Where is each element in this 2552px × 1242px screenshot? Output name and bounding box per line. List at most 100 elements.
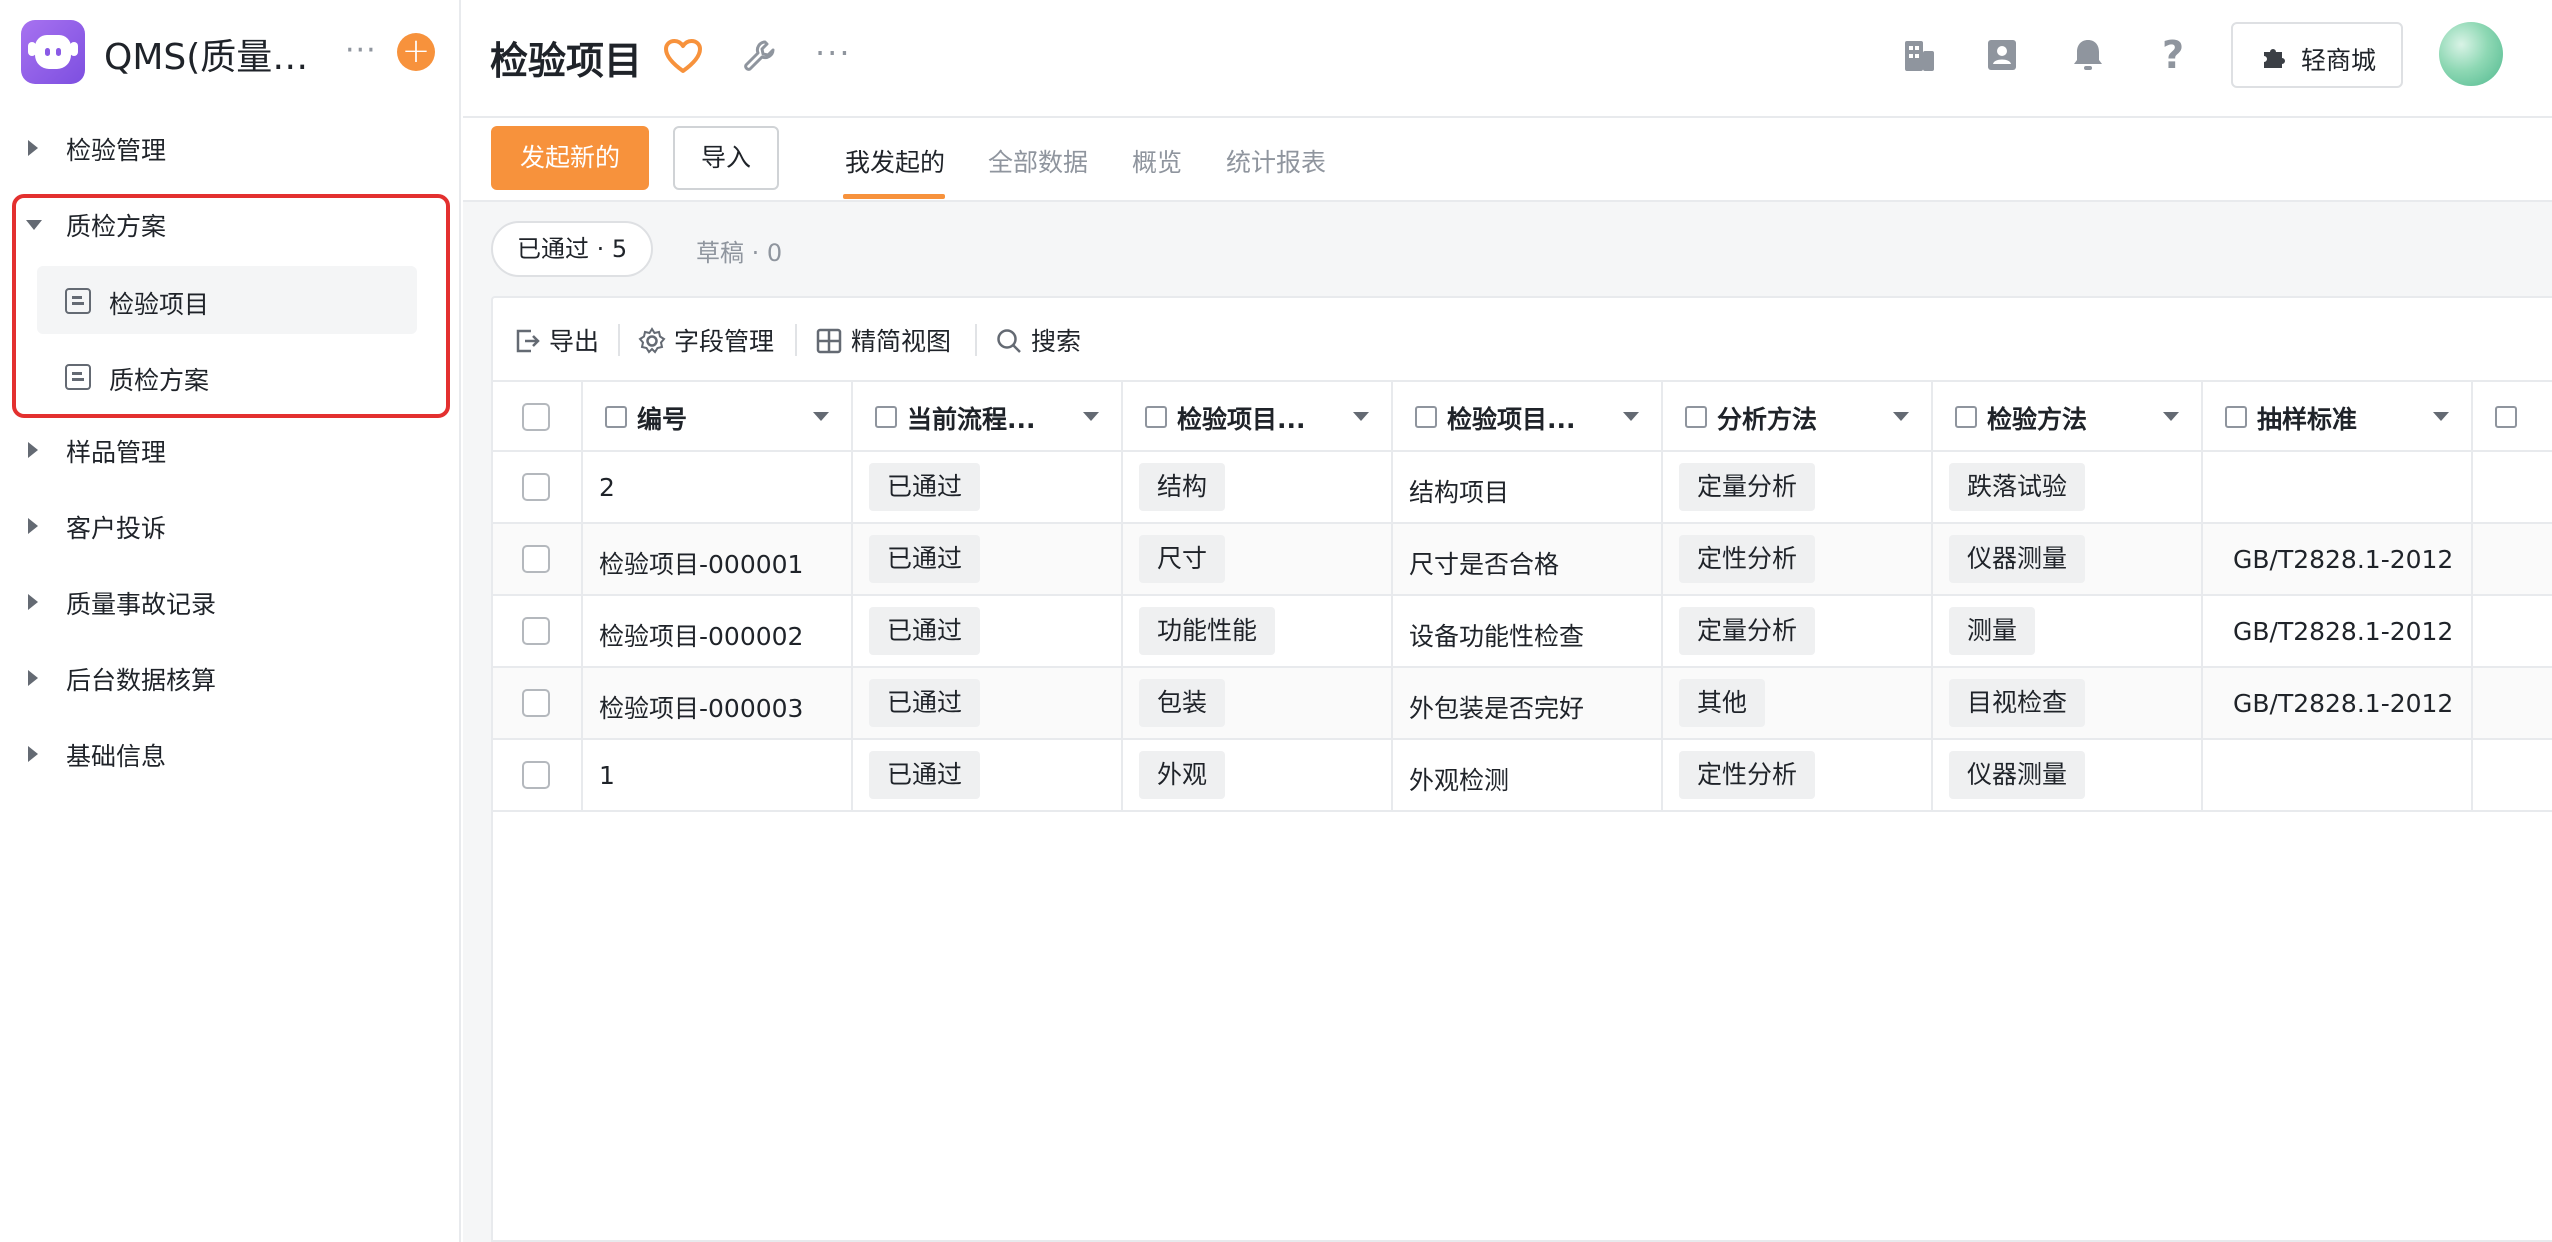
column-header-more[interactable] xyxy=(2473,382,2552,452)
grid-icon xyxy=(816,328,842,354)
column-title: 检验方法 xyxy=(1987,405,2088,434)
export-button[interactable]: 导出 xyxy=(513,322,599,358)
category-tag: 包装 xyxy=(1139,679,1226,727)
status-tag: 已通过 xyxy=(869,463,981,511)
row-checkbox[interactable] xyxy=(522,689,550,717)
sidebar-item-inspection-management[interactable]: 检验管理 xyxy=(0,118,461,178)
sidebar-item-label: 客户投诉 xyxy=(66,514,167,543)
filter-draft[interactable]: 草稿 · 0 xyxy=(696,233,782,268)
building-icon[interactable] xyxy=(1900,36,1938,74)
sidebar-item-label: 基础信息 xyxy=(66,742,167,771)
sidebar-item-quality-incidents[interactable]: 质量事故记录 xyxy=(0,572,461,632)
sidebar-item-backend-accounting[interactable]: 后台数据核算 xyxy=(0,648,461,708)
column-header-id[interactable]: 编号 xyxy=(583,382,853,452)
column-title: 编号 xyxy=(637,405,688,434)
field-management-button[interactable]: 字段管理 xyxy=(638,322,774,358)
tab-initiated-by-me[interactable]: 我发起的 xyxy=(845,143,945,179)
cell-standard: GB/T2828.1-2012 xyxy=(2233,689,2454,718)
cell-name: 外观检测 xyxy=(1409,766,1510,795)
tab-overview[interactable]: 概览 xyxy=(1132,143,1182,179)
table-row[interactable]: 检验项目-000003 已通过 包装 外包装是否完好 其他 目视检查 GB/T2… xyxy=(493,668,2552,740)
caret-right-icon xyxy=(28,518,38,534)
tab-all-data[interactable]: 全部数据 xyxy=(988,143,1088,179)
import-button[interactable]: 导入 xyxy=(673,126,779,190)
more-icon[interactable]: ··· xyxy=(345,36,377,66)
category-tag: 功能性能 xyxy=(1139,607,1276,655)
dropdown-icon[interactable] xyxy=(1353,412,1369,421)
sidebar-item-label: 后台数据核算 xyxy=(66,666,217,695)
method-tag: 仪器测量 xyxy=(1949,535,2086,583)
column-header-status[interactable]: 当前流程... xyxy=(853,382,1123,452)
method-tag: 测量 xyxy=(1949,607,2036,655)
cell-id: 检验项目-000003 xyxy=(599,694,804,723)
dropdown-icon[interactable] xyxy=(813,412,829,421)
column-header-name[interactable]: 检验项目... xyxy=(1393,382,1663,452)
table-row[interactable]: 检验项目-000001 已通过 尺寸 尺寸是否合格 定性分析 仪器测量 GB/T… xyxy=(493,524,2552,596)
dropdown-icon[interactable] xyxy=(1623,412,1639,421)
add-icon[interactable]: + xyxy=(397,33,435,71)
dropdown-icon[interactable] xyxy=(1083,412,1099,421)
search-icon xyxy=(997,329,1021,353)
cell-id: 1 xyxy=(599,761,615,790)
cell-id: 2 xyxy=(599,473,615,502)
select-all-checkbox[interactable] xyxy=(522,403,550,431)
cell-name: 结构项目 xyxy=(1409,478,1510,507)
table-row[interactable]: 1 已通过 外观 外观检测 定性分析 仪器测量 xyxy=(493,740,2552,812)
dropdown-icon[interactable] xyxy=(1893,412,1909,421)
column-header-method[interactable]: 检验方法 xyxy=(1933,382,2203,452)
row-checkbox[interactable] xyxy=(522,473,550,501)
tab-statistics[interactable]: 统计报表 xyxy=(1226,143,1326,179)
cell-id: 检验项目-000002 xyxy=(599,622,804,651)
dropdown-icon[interactable] xyxy=(2163,412,2179,421)
puzzle-icon xyxy=(2264,49,2285,68)
sidebar-item-label: 质量事故记录 xyxy=(66,590,217,619)
analysis-tag: 其他 xyxy=(1679,679,1766,727)
method-tag: 仪器测量 xyxy=(1949,751,2086,799)
table-row[interactable]: 检验项目-000002 已通过 功能性能 设备功能性检查 定量分析 测量 GB/… xyxy=(493,596,2552,668)
row-checkbox[interactable] xyxy=(522,545,550,573)
filter-passed-chip[interactable]: 已通过 · 5 xyxy=(491,221,654,277)
avatar[interactable] xyxy=(2439,22,2503,86)
column-header-analysis[interactable]: 分析方法 xyxy=(1663,382,1933,452)
more-icon[interactable]: ··· xyxy=(815,37,852,69)
sidebar-item-label: 样品管理 xyxy=(66,438,167,467)
app-logo-icon xyxy=(21,20,85,84)
row-checkbox[interactable] xyxy=(522,617,550,645)
dropdown-icon[interactable] xyxy=(2433,412,2449,421)
export-icon xyxy=(516,329,540,353)
category-tag: 结构 xyxy=(1139,463,1226,511)
toolbar-divider xyxy=(795,324,797,356)
sidebar-item-basic-info[interactable]: 基础信息 xyxy=(0,724,461,784)
column-header-category[interactable]: 检验项目... xyxy=(1123,382,1393,452)
sidebar-item-customer-complaints[interactable]: 客户投诉 xyxy=(0,496,461,556)
cell-name: 设备功能性检查 xyxy=(1409,622,1585,651)
select-field-icon xyxy=(875,406,897,428)
cell-standard: GB/T2828.1-2012 xyxy=(2233,545,2454,574)
table-row[interactable]: 2 已通过 结构 结构项目 定量分析 跌落试验 xyxy=(493,452,2552,524)
column-header-standard[interactable]: 抽样标准 xyxy=(2203,382,2473,452)
bell-icon[interactable] xyxy=(2069,36,2107,74)
caret-right-icon xyxy=(28,442,38,458)
compact-view-button[interactable]: 精简视图 xyxy=(815,322,951,358)
number-field-icon xyxy=(605,406,627,428)
help-icon[interactable]: ? xyxy=(2154,36,2192,74)
app-title[interactable]: QMS(质量管理系统) xyxy=(104,28,324,80)
contacts-icon[interactable] xyxy=(1983,36,2021,74)
column-title: 检验项目... xyxy=(1177,405,1306,434)
table-toolbar: 导出 字段管理 精简视图 搜索 xyxy=(493,298,2552,380)
column-title: 抽样标准 xyxy=(2257,405,2358,434)
sidebar-item-sample-management[interactable]: 样品管理 xyxy=(0,420,461,480)
gear-icon xyxy=(638,327,666,354)
table-header: 编号 当前流程... 检验项目... 检验项目... 分析方法 检验方法 抽样标… xyxy=(493,380,2552,452)
app-header: QMS(质量管理系统) ··· + xyxy=(0,0,461,104)
select-field-icon xyxy=(1145,406,1167,428)
wrench-icon[interactable] xyxy=(741,38,777,74)
search-button[interactable]: 搜索 xyxy=(995,322,1081,358)
row-checkbox[interactable] xyxy=(522,761,550,789)
create-new-button[interactable]: 发起新的 xyxy=(491,126,649,190)
analysis-tag: 定量分析 xyxy=(1679,607,1816,655)
category-tag: 尺寸 xyxy=(1139,535,1226,583)
toolbar-divider xyxy=(975,324,977,356)
mall-button[interactable]: 轻商城 xyxy=(2231,22,2403,88)
favorite-heart-icon[interactable] xyxy=(663,38,703,74)
